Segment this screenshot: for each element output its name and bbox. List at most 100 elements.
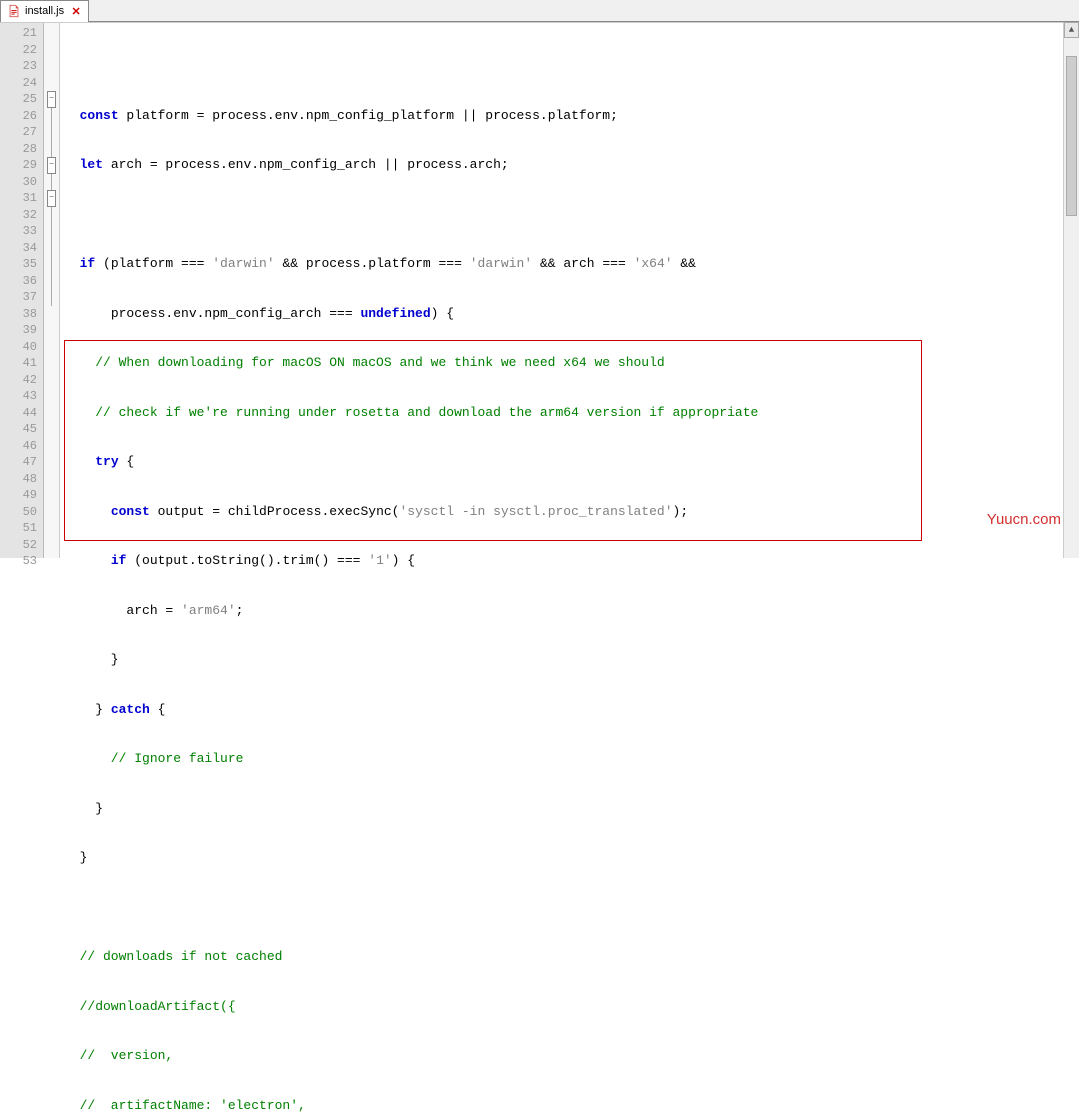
code-line: // artifactName: 'electron', [64,1098,1079,1115]
fold-guide [51,273,52,290]
fold-minus-icon[interactable]: − [47,91,56,108]
code-line: // Ignore failure [64,751,1079,768]
code-line: } [64,652,1079,669]
line-number: 52 [0,537,43,554]
fold-guide [51,174,52,191]
line-number: 42 [0,372,43,389]
line-number: 28 [0,141,43,158]
code-line: arch = 'arm64'; [64,603,1079,620]
code-line: const platform = process.env.npm_config_… [64,108,1079,125]
fold-cell [44,339,59,356]
fold-cell [44,471,59,488]
line-number: 21 [0,25,43,42]
line-number: 36 [0,273,43,290]
line-number: 50 [0,504,43,521]
fold-guide [51,141,52,158]
fold-margin: − − − [44,23,60,558]
fold-cell [44,322,59,339]
code-line: // version, [64,1048,1079,1065]
line-number: 44 [0,405,43,422]
line-number: 43 [0,388,43,405]
fold-cell [44,273,59,290]
fold-cell [44,372,59,389]
fold-cell [44,25,59,42]
code-line: let arch = process.env.npm_config_arch |… [64,157,1079,174]
line-number: 45 [0,421,43,438]
line-number: 24 [0,75,43,92]
fold-cell [44,454,59,471]
line-number: 32 [0,207,43,224]
fold-guide [51,256,52,273]
fold-guide [51,289,52,306]
fold-cell [44,42,59,59]
fold-cell [44,124,59,141]
code-line [64,900,1079,917]
code-line: if (platform === 'darwin' && process.pla… [64,256,1079,273]
scroll-up-button[interactable]: ▲ [1064,22,1079,38]
fold-minus-icon[interactable]: − [47,157,56,174]
fold-minus-icon[interactable]: − [47,190,56,207]
tab-bar: install.js ✕ [0,0,1079,22]
line-number: 51 [0,520,43,537]
fold-cell [44,553,59,570]
fold-guide [51,108,52,125]
vertical-scrollbar[interactable]: ▲ [1063,22,1079,558]
line-number: 26 [0,108,43,125]
fold-guide [51,124,52,141]
code-line: const output = childProcess.execSync('sy… [64,504,1079,521]
code-line: } [64,801,1079,818]
fold-cell [44,438,59,455]
fold-cell: − [44,91,59,108]
line-number: 38 [0,306,43,323]
code-line: } [64,850,1079,867]
line-number: 27 [0,124,43,141]
fold-cell [44,174,59,191]
code-line: //downloadArtifact({ [64,999,1079,1016]
line-number: 33 [0,223,43,240]
close-icon[interactable]: ✕ [70,5,82,17]
fold-cell [44,306,59,323]
line-number: 30 [0,174,43,191]
fold-cell [44,504,59,521]
scrollbar-thumb[interactable] [1066,56,1077,216]
fold-cell: − [44,157,59,174]
line-number: 53 [0,553,43,570]
fold-cell [44,487,59,504]
code-line: if (output.toString().trim() === '1') { [64,553,1079,570]
fold-cell [44,256,59,273]
line-number-gutter: 2122232425262728293031323334353637383940… [0,23,44,558]
line-number: 34 [0,240,43,257]
line-number: 46 [0,438,43,455]
code-line: // When downloading for macOS ON macOS a… [64,355,1079,372]
fold-cell [44,405,59,422]
line-number: 39 [0,322,43,339]
line-number: 40 [0,339,43,356]
line-number: 48 [0,471,43,488]
line-number: 37 [0,289,43,306]
code-line [64,58,1079,75]
line-number: 25 [0,91,43,108]
line-number: 41 [0,355,43,372]
fold-cell [44,421,59,438]
fold-cell [44,240,59,257]
code-line: try { [64,454,1079,471]
editor-container: 2122232425262728293031323334353637383940… [0,22,1079,558]
code-area[interactable]: const platform = process.env.npm_config_… [60,23,1079,558]
fold-cell [44,520,59,537]
line-number: 35 [0,256,43,273]
fold-cell [44,207,59,224]
fold-cell: − [44,190,59,207]
line-number: 31 [0,190,43,207]
code-line [64,207,1079,224]
fold-guide [51,223,52,240]
fold-cell [44,355,59,372]
line-number: 29 [0,157,43,174]
watermark: Yuucn.com [987,512,1061,529]
fold-cell [44,289,59,306]
line-number: 49 [0,487,43,504]
tab-label: install.js [25,5,64,17]
fold-cell [44,75,59,92]
file-tab[interactable]: install.js ✕ [0,0,89,22]
fold-cell [44,58,59,75]
fold-guide [51,240,52,257]
